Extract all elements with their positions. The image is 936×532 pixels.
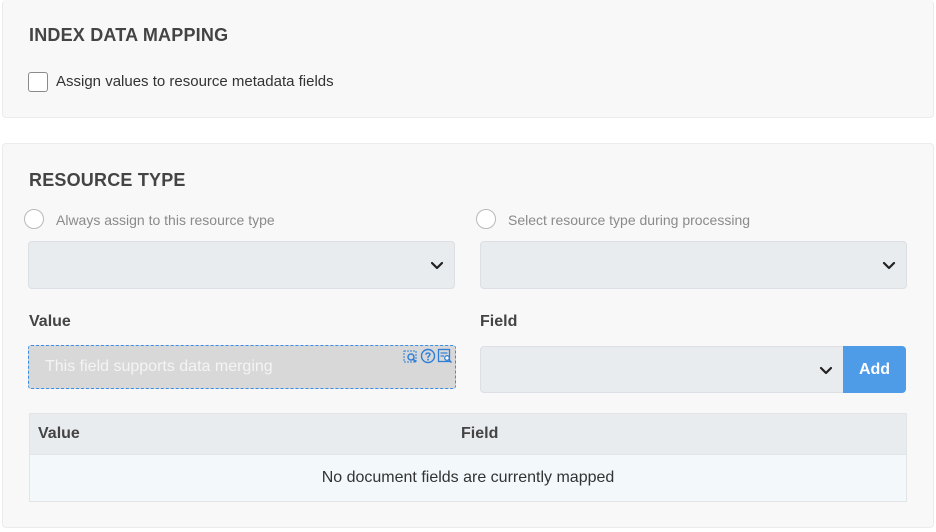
add-mapping-button[interactable]: Add xyxy=(843,346,906,393)
assign-values-label[interactable]: Assign values to resource metadata field… xyxy=(56,73,334,90)
index-data-mapping-title: INDEX DATA MAPPING xyxy=(29,25,229,45)
merge-field-icon[interactable] xyxy=(437,348,453,364)
chevron-down-icon xyxy=(882,261,896,270)
column-header-field: Field xyxy=(461,425,499,442)
table-header-row: Value Field xyxy=(30,414,906,455)
radio-select-during-processing-label[interactable]: Select resource type during processing xyxy=(508,212,750,228)
field-label: Field xyxy=(480,313,518,330)
merge-toolbar xyxy=(402,347,453,365)
resource-type-title: RESOURCE TYPE xyxy=(29,170,186,190)
radio-always-assign[interactable] xyxy=(24,209,44,229)
search-icon[interactable] xyxy=(403,348,419,364)
value-merge-input[interactable]: This field supports data merging xyxy=(28,345,456,389)
always-assign-resource-type-select[interactable] xyxy=(28,241,455,289)
value-merge-placeholder: This field supports data merging xyxy=(45,358,273,375)
chevron-down-icon xyxy=(430,261,444,270)
table-empty-message: No document fields are currently mapped xyxy=(30,455,906,501)
field-select[interactable] xyxy=(480,346,844,393)
field-mapping-table: Value Field No document fields are curre… xyxy=(29,413,907,502)
help-icon[interactable] xyxy=(420,348,436,364)
assign-values-checkbox[interactable] xyxy=(28,72,48,92)
index-data-mapping-panel: INDEX DATA MAPPING Assign values to reso… xyxy=(2,0,934,118)
during-processing-resource-type-select[interactable] xyxy=(480,241,907,289)
radio-always-assign-label[interactable]: Always assign to this resource type xyxy=(56,212,275,228)
column-header-value: Value xyxy=(38,425,80,442)
chevron-down-icon xyxy=(819,366,833,374)
radio-select-during-processing[interactable] xyxy=(476,209,496,229)
value-label: Value xyxy=(29,313,71,330)
